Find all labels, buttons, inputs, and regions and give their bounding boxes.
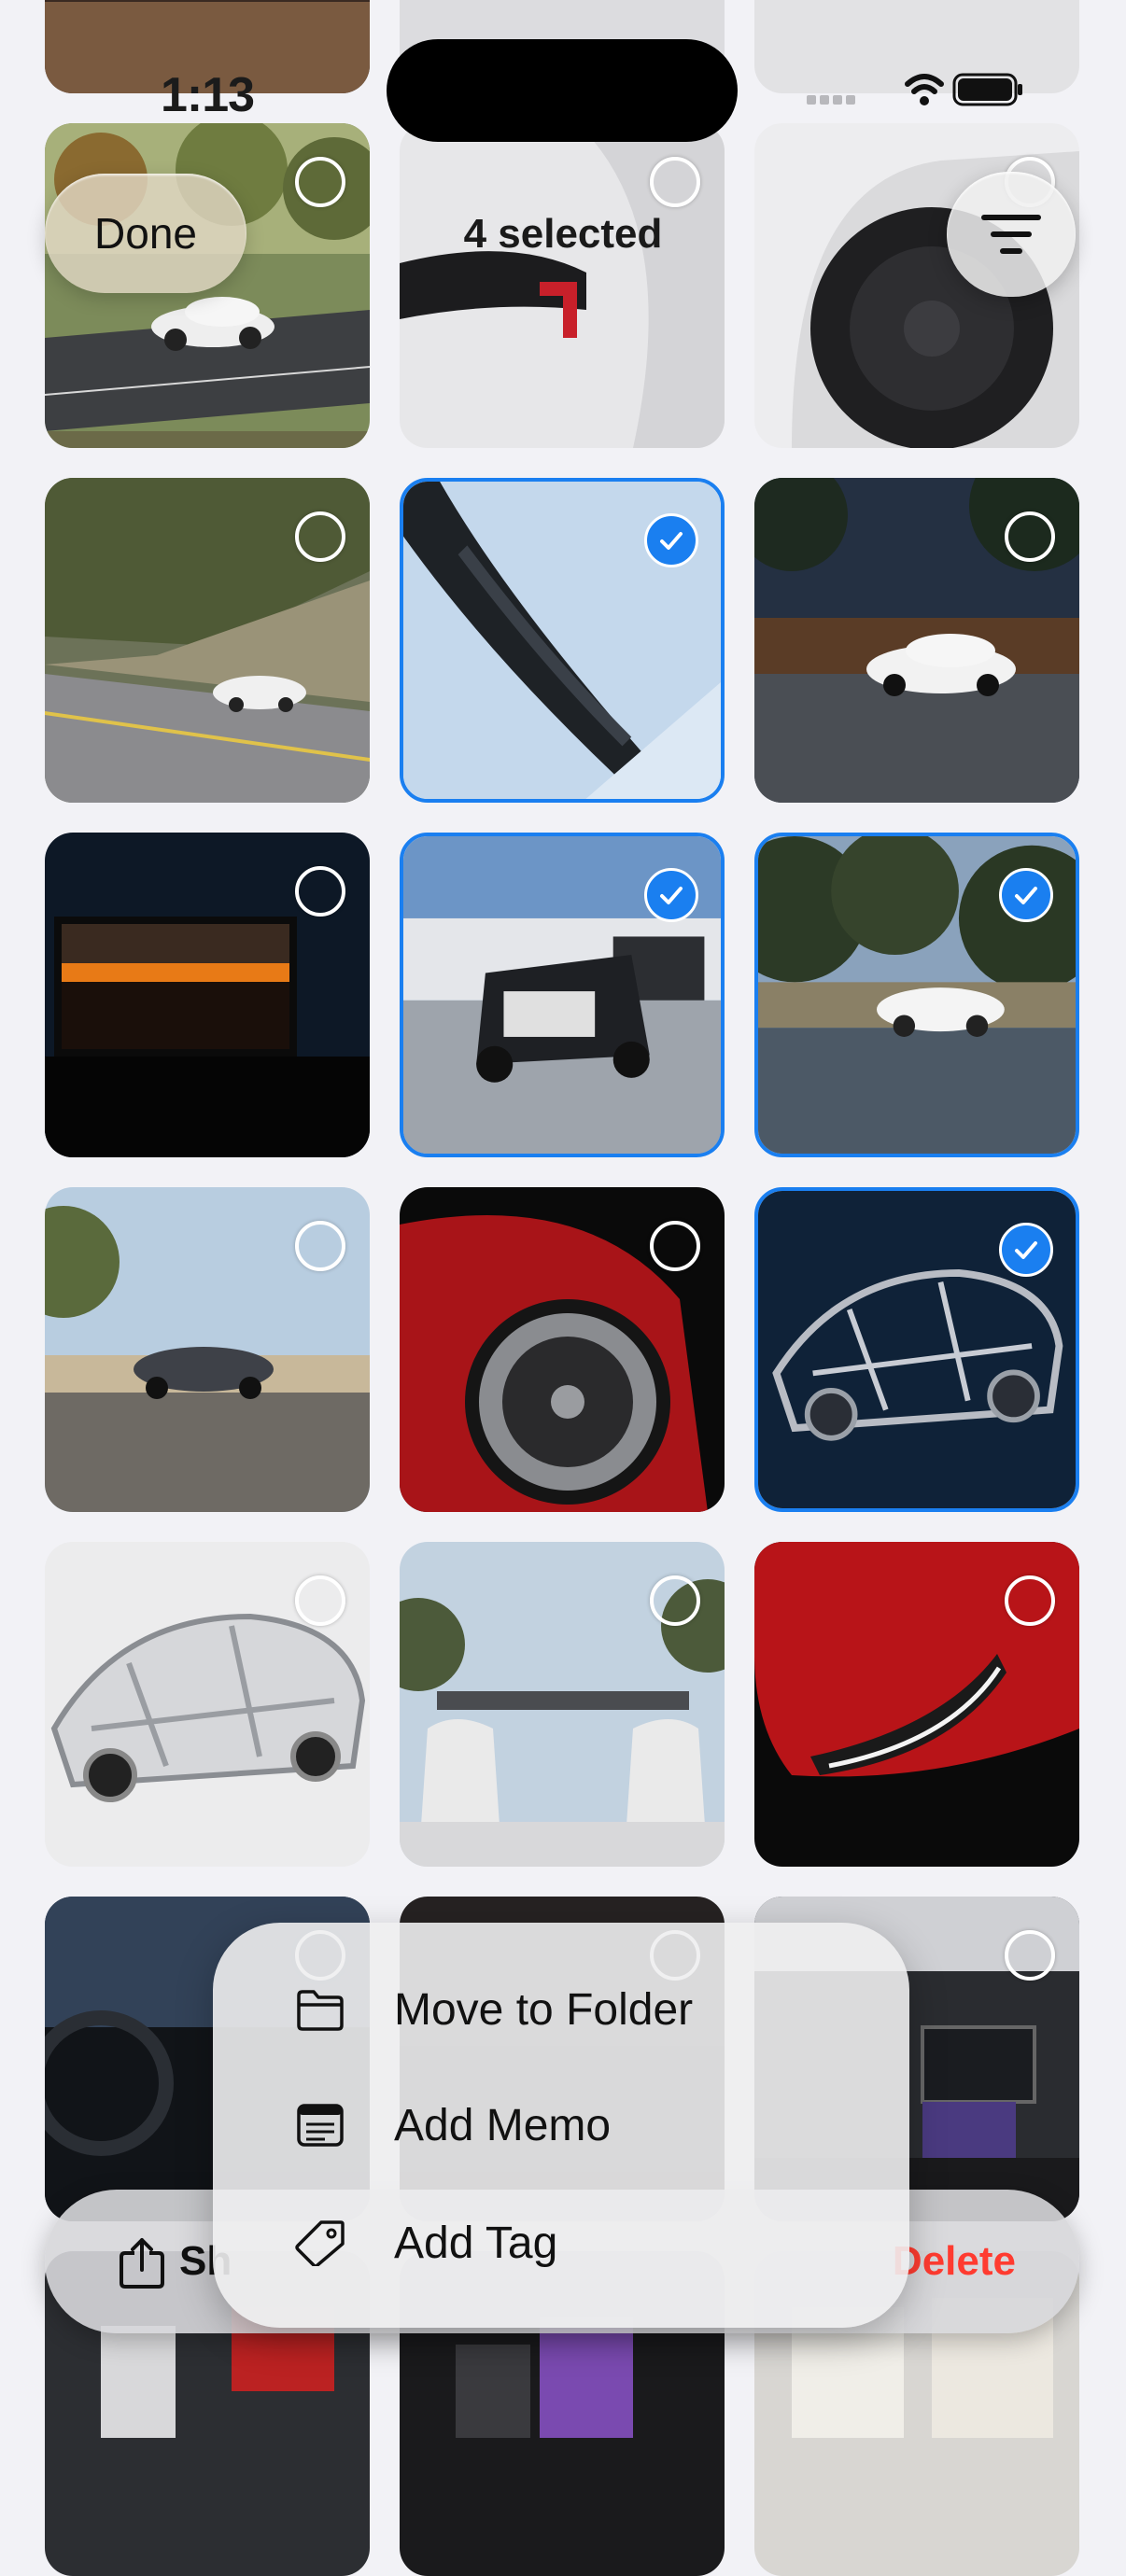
photo-tile[interactable] bbox=[754, 833, 1079, 1157]
dynamic-island bbox=[387, 39, 738, 142]
selected-checkmark[interactable] bbox=[644, 513, 698, 567]
photo-tile[interactable] bbox=[754, 478, 1079, 803]
selection-circle[interactable] bbox=[1005, 1930, 1055, 1981]
selection-circle[interactable] bbox=[295, 511, 345, 562]
sort-filter-button[interactable] bbox=[947, 172, 1076, 297]
actions-menu: Move to Folder Add Memo Add Tag bbox=[213, 1923, 909, 2328]
photo-tile[interactable] bbox=[400, 123, 725, 448]
selection-circle[interactable] bbox=[650, 1575, 700, 1626]
menu-item-add-tag[interactable]: Add Tag bbox=[213, 2191, 909, 2294]
selection-circle[interactable] bbox=[295, 1575, 345, 1626]
selection-circle[interactable] bbox=[650, 157, 700, 207]
status-time: 1:13 bbox=[161, 68, 255, 122]
checkmark-icon bbox=[1015, 887, 1037, 904]
menu-item-add-memo[interactable]: Add Memo bbox=[213, 2074, 909, 2177]
memo-icon bbox=[297, 2104, 344, 2147]
selected-checkmark[interactable] bbox=[999, 1223, 1053, 1277]
cellular-signal-icon bbox=[807, 95, 855, 105]
selection-circle[interactable] bbox=[295, 1221, 345, 1271]
checkmark-icon bbox=[660, 887, 683, 904]
tag-icon bbox=[295, 2220, 345, 2266]
photo-tile[interactable] bbox=[45, 1187, 370, 1512]
photo-tile[interactable] bbox=[400, 478, 725, 803]
selection-circle[interactable] bbox=[295, 157, 345, 207]
photo-tile[interactable] bbox=[400, 833, 725, 1157]
filter-lines-icon bbox=[981, 215, 1041, 254]
photo-tile[interactable] bbox=[45, 478, 370, 803]
checkmark-icon bbox=[660, 532, 683, 550]
menu-item-label: Move to Folder bbox=[394, 1985, 694, 2035]
folder-icon bbox=[297, 1990, 344, 2031]
photo-tile[interactable] bbox=[400, 1187, 725, 1512]
battery-icon bbox=[952, 73, 1022, 106]
photo-tile[interactable] bbox=[45, 1542, 370, 1867]
menu-item-label: Add Tag bbox=[394, 2219, 558, 2268]
selected-checkmark[interactable] bbox=[644, 868, 698, 922]
checkmark-icon bbox=[1015, 1241, 1037, 1259]
selection-circle[interactable] bbox=[1005, 511, 1055, 562]
photo-tile[interactable] bbox=[754, 1187, 1079, 1512]
photo-tile[interactable] bbox=[400, 1542, 725, 1867]
delete-button[interactable]: Delete bbox=[893, 2238, 1016, 2285]
share-icon[interactable] bbox=[120, 2236, 164, 2289]
photo-tile[interactable] bbox=[45, 833, 370, 1157]
wifi-icon bbox=[905, 74, 944, 105]
menu-item-move-to-folder[interactable]: Move to Folder bbox=[213, 1958, 909, 2061]
selection-circle[interactable] bbox=[295, 866, 345, 917]
selection-circle[interactable] bbox=[650, 1221, 700, 1271]
photo-tile[interactable] bbox=[754, 1542, 1079, 1867]
status-icons bbox=[807, 73, 1022, 106]
selected-checkmark[interactable] bbox=[999, 868, 1053, 922]
selection-circle[interactable] bbox=[1005, 1575, 1055, 1626]
menu-item-label: Add Memo bbox=[394, 2101, 612, 2150]
